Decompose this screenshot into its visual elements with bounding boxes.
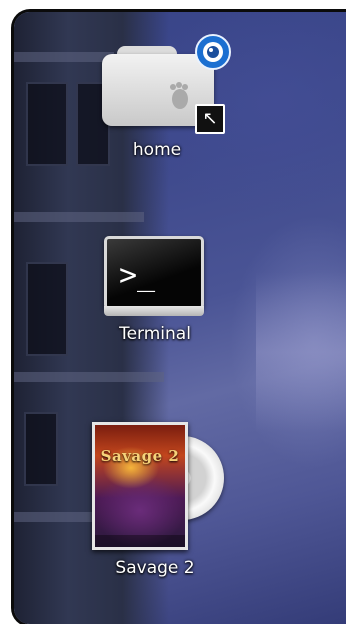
terminal-icon: >_ xyxy=(100,234,210,318)
gnome-foot-icon xyxy=(170,82,188,109)
box-art-title: Savage 2 xyxy=(100,447,180,465)
savage2-game-icon: Savage 2 xyxy=(80,422,230,552)
home-folder-icon: ↖ xyxy=(87,34,231,134)
wallpaper-light xyxy=(256,272,346,432)
desktop: ↖ home >_ Terminal Savage 2 Savage 2 xyxy=(14,12,346,624)
desktop-icon-savage2[interactable]: Savage 2 Savage 2 xyxy=(80,422,230,578)
desktop-icon-home[interactable]: ↖ home xyxy=(82,34,232,160)
user-badge-icon xyxy=(195,34,231,70)
desktop-icon-label: home xyxy=(132,140,182,160)
desktop-icon-terminal[interactable]: >_ Terminal xyxy=(80,234,230,344)
shortcut-arrow-icon: ↖ xyxy=(195,104,225,134)
desktop-icon-label: Terminal xyxy=(119,324,191,344)
desktop-icon-label: Savage 2 xyxy=(115,558,195,578)
terminal-prompt: >_ xyxy=(119,258,156,293)
game-box-art: Savage 2 xyxy=(92,422,188,550)
